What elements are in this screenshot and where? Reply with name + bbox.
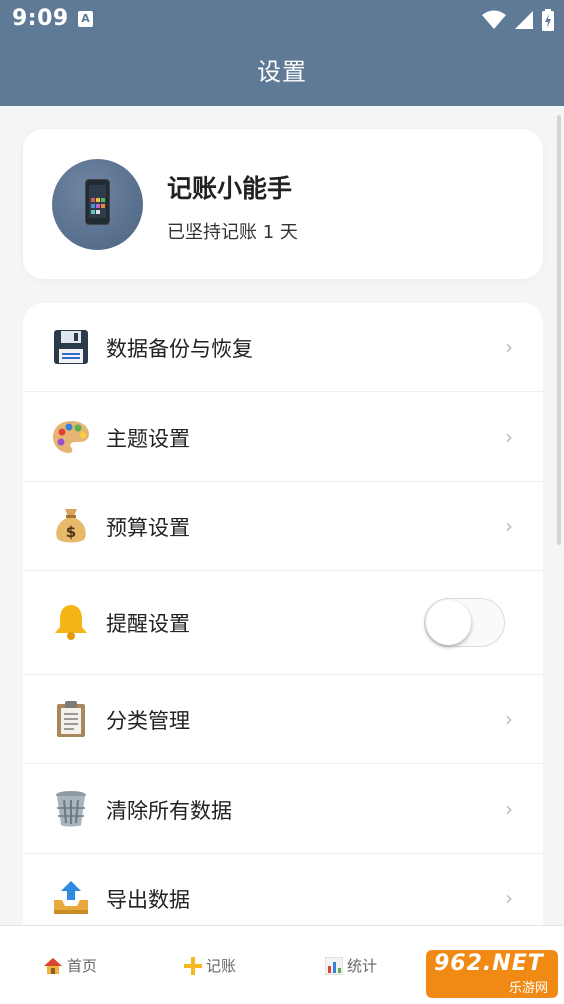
menu-item-category[interactable]: 分类管理 › — [23, 675, 543, 764]
toggle-knob — [426, 600, 471, 645]
menu-item-label: 清除所有数据 — [106, 799, 232, 823]
floppy-disk-icon — [51, 327, 91, 367]
menu-item-reminder: 提醒设置 — [23, 571, 543, 675]
page-title: 设置 — [257, 58, 307, 86]
nav-label: 记账 — [206, 957, 237, 975]
menu-item-label: 导出数据 — [106, 888, 190, 912]
reminder-toggle[interactable] — [424, 598, 505, 647]
menu-item-label: 预算设置 — [106, 516, 190, 540]
battery-icon — [542, 9, 554, 31]
signal-icon — [515, 11, 533, 29]
chevron-right-icon: › — [505, 707, 513, 731]
chevron-right-icon: › — [505, 425, 513, 449]
status-icons — [482, 9, 554, 31]
menu-item-label: 分类管理 — [106, 709, 190, 733]
menu-item-clear-data[interactable]: 清除所有数据 › — [23, 764, 543, 854]
house-icon — [44, 957, 62, 974]
profile-card[interactable]: 记账小能手 已坚持记账 1 天 — [23, 129, 543, 279]
menu-item-budget[interactable]: $ 预算设置 › — [23, 482, 543, 571]
nav-tab-home[interactable]: 首页 — [43, 926, 97, 1004]
watermark-top: 962.NET — [434, 951, 544, 976]
settings-menu: 数据备份与恢复 › 主题设置 › $ 预算设置 › 提醒设置 分类管理 › 清除… — [23, 303, 543, 943]
menu-item-theme[interactable]: 主题设置 › — [23, 392, 543, 482]
chevron-right-icon: › — [505, 797, 513, 821]
scrollbar-thumb[interactable] — [557, 115, 561, 545]
money-bag-icon: $ — [51, 506, 91, 546]
chevron-right-icon: › — [505, 514, 513, 538]
status-bar: 9:09 A — [0, 0, 564, 38]
smartphone-icon — [85, 179, 110, 225]
notification-icon: A — [78, 11, 93, 27]
nav-label: 统计 — [347, 957, 378, 975]
chevron-right-icon: › — [505, 886, 513, 910]
clipboard-icon — [51, 699, 91, 739]
app-header: 设置 — [0, 38, 564, 106]
wifi-icon — [482, 10, 506, 29]
site-watermark: 962.NET 乐游网 — [426, 950, 558, 998]
wastebasket-icon — [51, 789, 91, 829]
menu-item-backup[interactable]: 数据备份与恢复 › — [23, 303, 543, 392]
chevron-right-icon: › — [505, 335, 513, 359]
bell-icon — [51, 602, 91, 642]
nav-label: 首页 — [67, 957, 98, 975]
menu-item-label: 数据备份与恢复 — [106, 337, 253, 361]
status-time: 9:09 — [12, 6, 69, 31]
outbox-tray-icon — [51, 878, 91, 918]
bar-chart-icon — [325, 956, 343, 975]
plus-icon — [184, 956, 202, 975]
menu-item-label: 主题设置 — [106, 427, 190, 451]
watermark-bottom: 乐游网 — [508, 981, 548, 996]
palette-icon — [51, 417, 91, 457]
profile-streak-text: 已坚持记账 1 天 — [167, 222, 298, 243]
nav-tab-stats[interactable]: 统计 — [325, 926, 377, 1004]
nav-tab-record[interactable]: 记账 — [184, 926, 236, 1004]
profile-name: 记账小能手 — [167, 174, 293, 203]
menu-item-label: 提醒设置 — [106, 612, 190, 636]
avatar — [52, 159, 143, 250]
svg-text:$: $ — [66, 523, 76, 541]
